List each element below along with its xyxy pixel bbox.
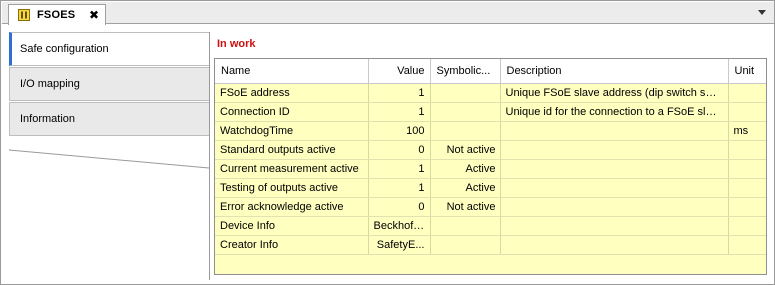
cell-value[interactable]: 0 — [368, 140, 431, 160]
cell-value[interactable]: Beckhoff... — [368, 216, 431, 236]
editor-window: FSOES ✖ Safe configuration I/O mapping I… — [0, 0, 775, 285]
cell-symbolic — [430, 121, 501, 141]
cell-description — [500, 178, 729, 198]
table-row[interactable]: Standard outputs active 0 Not active — [215, 140, 766, 160]
cell-unit — [728, 159, 766, 179]
status-label: In work — [217, 38, 256, 50]
document-tab-title: FSOES — [37, 9, 76, 21]
cell-name: Standard outputs active — [215, 140, 369, 160]
parameter-grid: Name Value Symbolic... Description Unit … — [214, 58, 767, 275]
chevron-down-icon[interactable] — [756, 6, 768, 18]
cell-symbolic — [430, 102, 501, 122]
column-header-name[interactable]: Name — [215, 59, 369, 84]
cell-description — [500, 197, 729, 217]
table-row[interactable]: Connection ID 1 Unique id for the connecti… — [215, 102, 766, 122]
nav-item-label: Safe configuration — [20, 43, 109, 55]
parameter-table: Name Value Symbolic... Description Unit … — [215, 59, 766, 255]
cell-unit — [728, 235, 766, 255]
column-header-description[interactable]: Description — [500, 59, 729, 84]
cell-description: Unique FSoE slave address (dip switch se… — [500, 83, 729, 103]
nav-panel-edge — [9, 149, 210, 169]
cell-description — [500, 235, 729, 255]
document-tab-strip: FSOES ✖ — [2, 2, 774, 25]
cell-description — [500, 140, 729, 160]
cell-unit — [728, 140, 766, 160]
cell-name: FSoE address — [215, 83, 369, 103]
cell-value[interactable]: 1 — [368, 159, 431, 179]
table-row[interactable]: Device Info Beckhoff... — [215, 216, 766, 236]
config-navigation: Safe configuration I/O mapping Informati… — [9, 32, 210, 150]
cell-symbolic — [430, 216, 501, 236]
cell-unit — [728, 102, 766, 122]
nav-item-label: I/O mapping — [20, 78, 80, 90]
cell-description — [500, 159, 729, 179]
cell-symbolic: Active — [430, 159, 501, 179]
cell-unit — [728, 178, 766, 198]
cell-description: Unique id for the connection to a FSoE s… — [500, 102, 729, 122]
nav-item-io-mapping[interactable]: I/O mapping — [9, 67, 210, 101]
column-header-unit[interactable]: Unit — [728, 59, 766, 84]
nav-item-safe-configuration[interactable]: Safe configuration — [9, 32, 210, 66]
table-row[interactable]: FSoE address 1 Unique FSoE slave address (… — [215, 83, 766, 103]
table-row[interactable]: Current measurement active 1 Active — [215, 159, 766, 179]
cell-value[interactable]: 1 — [368, 178, 431, 198]
cell-symbolic: Not active — [430, 197, 501, 217]
cell-value[interactable]: 100 — [368, 121, 431, 141]
column-header-value[interactable]: Value — [368, 59, 431, 84]
cell-name: Current measurement active — [215, 159, 369, 179]
cell-symbolic: Not active — [430, 140, 501, 160]
cell-value[interactable]: 1 — [368, 83, 431, 103]
table-header-row: Name Value Symbolic... Description Unit — [215, 59, 766, 84]
table-row[interactable]: WatchdogTime 100 ms — [215, 121, 766, 141]
cell-unit — [728, 83, 766, 103]
cell-value[interactable]: 0 — [368, 197, 431, 217]
cell-unit — [728, 216, 766, 236]
cell-unit — [728, 197, 766, 217]
table-row[interactable]: Testing of outputs active 1 Active — [215, 178, 766, 198]
cell-description — [500, 216, 729, 236]
cell-unit: ms — [728, 121, 766, 141]
close-icon[interactable]: ✖ — [89, 9, 99, 21]
cell-name: Creator Info — [215, 235, 369, 255]
cell-value[interactable]: 1 — [368, 102, 431, 122]
document-tab-fsoes[interactable]: FSOES ✖ — [8, 4, 106, 25]
cell-name: Connection ID — [215, 102, 369, 122]
nav-item-information[interactable]: Information — [9, 102, 210, 136]
cell-value[interactable]: SafetyE... — [368, 235, 431, 255]
column-header-symbolic[interactable]: Symbolic... — [430, 59, 501, 84]
cell-symbolic: Active — [430, 178, 501, 198]
cell-symbolic — [430, 235, 501, 255]
table-row[interactable]: Error acknowledge active 0 Not active — [215, 197, 766, 217]
cell-name: Device Info — [215, 216, 369, 236]
table-row[interactable]: Creator Info SafetyE... — [215, 235, 766, 255]
cell-name: Testing of outputs active — [215, 178, 369, 198]
cell-name: WatchdogTime — [215, 121, 369, 141]
cell-symbolic — [430, 83, 501, 103]
cell-name: Error acknowledge active — [215, 197, 369, 217]
module-icon — [18, 9, 30, 21]
cell-description — [500, 121, 729, 141]
nav-item-label: Information — [20, 113, 76, 125]
